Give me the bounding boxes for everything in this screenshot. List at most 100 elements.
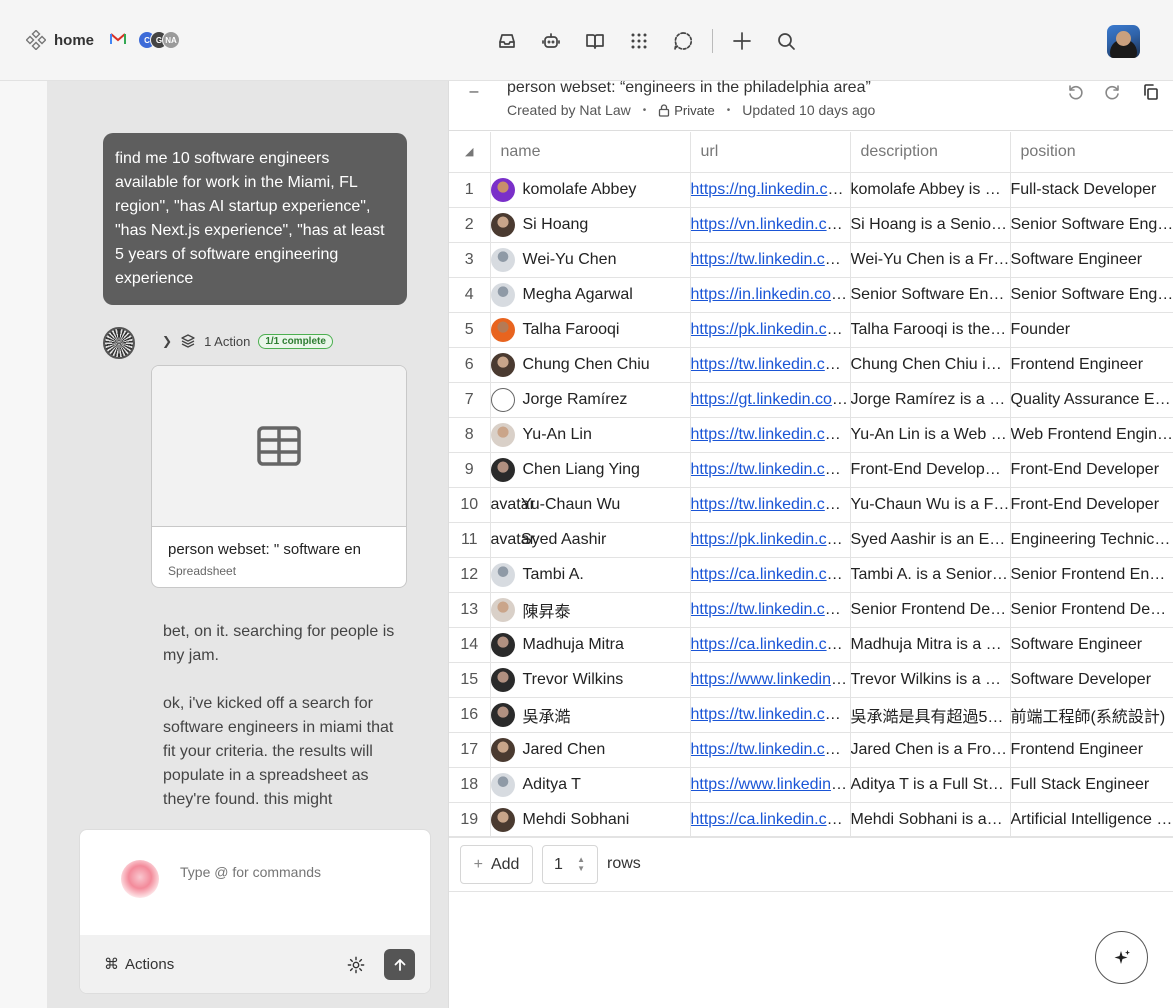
description-cell[interactable]: Senior Frontend Developer bbox=[850, 592, 1011, 628]
position-cell[interactable]: Engineering Technician bbox=[1010, 522, 1173, 558]
description-cell[interactable]: Aditya T is a Full Stack Engineer bbox=[850, 767, 1011, 803]
name-cell[interactable]: Mehdi Sobhani bbox=[490, 802, 691, 838]
description-cell[interactable]: 吳承澔是具有超過5年經驗的前端工程師 bbox=[850, 697, 1011, 733]
url-cell[interactable]: https://tw.linkedin.com/in/yu-chaun-wu bbox=[690, 487, 851, 523]
table-row[interactable]: 6 Chung Chen Chiu https://tw.linkedin.com/… bbox=[449, 347, 1173, 383]
table-row[interactable]: 3 Wei-Yu Chen https://tw.linkedin.com/in/w… bbox=[449, 242, 1173, 278]
profile-link[interactable]: https://pk.linkedin.com/in/talha-farooqi bbox=[691, 321, 850, 338]
name-cell[interactable]: avatar Yu-Chaun Wu bbox=[490, 487, 691, 523]
position-cell[interactable]: Senior Software Engineer bbox=[1010, 277, 1173, 313]
description-cell[interactable]: komolafe Abbey is a Full-stack Developer bbox=[850, 172, 1011, 208]
column-header[interactable]: description bbox=[850, 132, 1011, 173]
url-cell[interactable]: https://www.linkedin.com/in/aditya-t bbox=[690, 767, 851, 803]
position-cell[interactable]: Frontend Engineer bbox=[1010, 347, 1173, 383]
position-cell[interactable]: 前端工程師(系統設計) bbox=[1010, 697, 1173, 733]
table-row[interactable]: 17 Jared Chen https://tw.linkedin.com/in/j… bbox=[449, 732, 1173, 768]
name-cell[interactable]: Chen Liang Ying bbox=[490, 452, 691, 488]
name-cell[interactable]: Trevor Wilkins bbox=[490, 662, 691, 698]
column-header[interactable]: position bbox=[1010, 132, 1173, 173]
row-count-stepper[interactable]: 1 ▲ ▼ bbox=[542, 845, 598, 884]
inbox-icon[interactable] bbox=[492, 28, 522, 54]
name-cell[interactable]: komolafe Abbey bbox=[490, 172, 691, 208]
name-cell[interactable]: Aditya T bbox=[490, 767, 691, 803]
url-cell[interactable]: https://vn.linkedin.com/in/si-hoang bbox=[690, 207, 851, 243]
url-cell[interactable]: https://tw.linkedin.com/in/yu-an-lin bbox=[690, 417, 851, 453]
description-cell[interactable]: Si Hoang is a Senior Software Engineer bbox=[850, 207, 1011, 243]
collapse-button[interactable]: – bbox=[459, 81, 489, 103]
position-cell[interactable]: Software Developer bbox=[1010, 662, 1173, 698]
profile-link[interactable]: https://tw.linkedin.com/in/jared-chen bbox=[691, 741, 850, 758]
send-button[interactable] bbox=[384, 949, 415, 980]
name-cell[interactable]: Megha Agarwal bbox=[490, 277, 691, 313]
table-row[interactable]: 9 Chen Liang Ying https://tw.linkedin.com/… bbox=[449, 452, 1173, 488]
profile-link[interactable]: https://tw.linkedin.com/in/sheng-tai-che… bbox=[691, 601, 850, 618]
name-cell[interactable]: Tambi A. bbox=[490, 557, 691, 593]
table-row[interactable]: 7 Jorge Ramírez https://gt.linkedin.com/in… bbox=[449, 382, 1173, 418]
select-all-corner[interactable]: ◢ bbox=[449, 132, 491, 173]
url-cell[interactable]: https://tw.linkedin.com/in/cheng-hao-wu bbox=[690, 697, 851, 733]
undo-icon[interactable] bbox=[1066, 83, 1084, 106]
table-row[interactable]: 15 Trevor Wilkins https://www.linkedin.com… bbox=[449, 662, 1173, 698]
description-cell[interactable]: Yu-Chaun Wu is a Front-End Developer bbox=[850, 487, 1011, 523]
url-cell[interactable]: https://ca.linkedin.com/in/tambi-a bbox=[690, 557, 851, 593]
column-header[interactable]: url bbox=[690, 132, 851, 173]
name-cell[interactable]: Jorge Ramírez bbox=[490, 382, 691, 418]
apps-grid-icon[interactable] bbox=[624, 28, 654, 54]
description-cell[interactable]: Yu-An Lin is a Web Frontend Engineer bbox=[850, 417, 1011, 453]
name-cell[interactable]: 陳昇泰 bbox=[490, 592, 691, 628]
url-cell[interactable]: https://in.linkedin.com/in/megha-agarwal bbox=[690, 277, 851, 313]
stepper-arrows-icon[interactable]: ▲ ▼ bbox=[577, 855, 585, 873]
description-cell[interactable]: Senior Software Engineer with experience bbox=[850, 277, 1011, 313]
actions-button[interactable]: ⌘ Actions bbox=[104, 955, 174, 974]
profile-link[interactable]: https://ca.linkedin.com/in/mehdi-sobhani bbox=[691, 811, 850, 828]
profile-link[interactable]: https://in.linkedin.com/in/megha-agarwal bbox=[691, 286, 850, 303]
name-cell[interactable]: Wei-Yu Chen bbox=[490, 242, 691, 278]
profile-link[interactable]: https://tw.linkedin.com/in/cheng-hao-wu bbox=[691, 706, 850, 723]
home-link[interactable]: home bbox=[26, 30, 94, 50]
position-cell[interactable]: Frontend Engineer bbox=[1010, 732, 1173, 768]
description-cell[interactable]: Talha Farooqi is the Founder bbox=[850, 312, 1011, 348]
position-cell[interactable]: Web Frontend Engineer bbox=[1010, 417, 1173, 453]
column-header[interactable]: name bbox=[490, 132, 691, 173]
profile-link[interactable]: https://pk.linkedin.com/in/syed-aashir bbox=[691, 531, 850, 548]
ai-assist-button[interactable] bbox=[1095, 931, 1148, 984]
url-cell[interactable]: https://tw.linkedin.com/in/sheng-tai-che… bbox=[690, 592, 851, 628]
position-cell[interactable]: Front-End Developer bbox=[1010, 487, 1173, 523]
position-cell[interactable]: Software Engineer bbox=[1010, 627, 1173, 663]
url-cell[interactable]: https://ca.linkedin.com/in/mehdi-sobhani bbox=[690, 802, 851, 838]
description-cell[interactable]: Jared Chen is a Frontend Engineer bbox=[850, 732, 1011, 768]
user-avatar[interactable] bbox=[1107, 25, 1140, 58]
url-cell[interactable]: https://pk.linkedin.com/in/syed-aashir bbox=[690, 522, 851, 558]
name-cell[interactable]: avatar Syed Aashir bbox=[490, 522, 691, 558]
position-cell[interactable]: Full-stack Developer bbox=[1010, 172, 1173, 208]
table-row[interactable]: 18 Aditya T https://www.linkedin.com/in/ad… bbox=[449, 767, 1173, 803]
table-row[interactable]: 19 Mehdi Sobhani https://ca.linkedin.com/i… bbox=[449, 802, 1173, 838]
redo-icon[interactable] bbox=[1104, 83, 1122, 106]
position-cell[interactable]: Full Stack Engineer bbox=[1010, 767, 1173, 803]
name-cell[interactable]: Madhuja Mitra bbox=[490, 627, 691, 663]
table-row[interactable]: 12 Tambi A. https://ca.linkedin.com/in/tam… bbox=[449, 557, 1173, 593]
copy-icon[interactable] bbox=[1142, 83, 1160, 106]
table-row[interactable]: 2 Si Hoang https://vn.linkedin.com/in/si-h… bbox=[449, 207, 1173, 243]
profile-link[interactable]: https://gt.linkedin.com/in/jorge-ramirez bbox=[691, 391, 850, 408]
action-summary[interactable]: ❯ 1 Action 1/1 complete bbox=[162, 333, 333, 349]
description-cell[interactable]: Madhuja Mitra is a Software Engineer bbox=[850, 627, 1011, 663]
profile-link[interactable]: https://www.linkedin.com/in/trevor-wilki… bbox=[691, 671, 850, 688]
position-cell[interactable]: Senior Frontend Developer bbox=[1010, 592, 1173, 628]
position-cell[interactable]: Founder bbox=[1010, 312, 1173, 348]
name-cell[interactable]: Si Hoang bbox=[490, 207, 691, 243]
position-cell[interactable]: Senior Frontend Engineer bbox=[1010, 557, 1173, 593]
url-cell[interactable]: https://tw.linkedin.com/in/wei-yu-chen bbox=[690, 242, 851, 278]
name-cell[interactable]: Yu-An Lin bbox=[490, 417, 691, 453]
table-row[interactable]: 11 avatar Syed Aashir https://pk.linkedin.c… bbox=[449, 522, 1173, 558]
url-cell[interactable]: https://pk.linkedin.com/in/talha-farooqi bbox=[690, 312, 851, 348]
name-cell[interactable]: Talha Farooqi bbox=[490, 312, 691, 348]
name-cell[interactable]: 吳承澔 bbox=[490, 697, 691, 733]
table-row[interactable]: 14 Madhuja Mitra https://ca.linkedin.com/i… bbox=[449, 627, 1173, 663]
url-cell[interactable]: https://tw.linkedin.com/in/chung-chen-ch… bbox=[690, 347, 851, 383]
book-icon[interactable] bbox=[580, 28, 610, 54]
url-cell[interactable]: https://tw.linkedin.com/in/chen-liang-yi… bbox=[690, 452, 851, 488]
spreadsheet-artifact-card[interactable]: person webset: " software en Spreadsheet bbox=[151, 365, 407, 588]
description-cell[interactable]: Trevor Wilkins is a Software Developer bbox=[850, 662, 1011, 698]
url-cell[interactable]: https://ca.linkedin.com/in/madhuja-mitra bbox=[690, 627, 851, 663]
